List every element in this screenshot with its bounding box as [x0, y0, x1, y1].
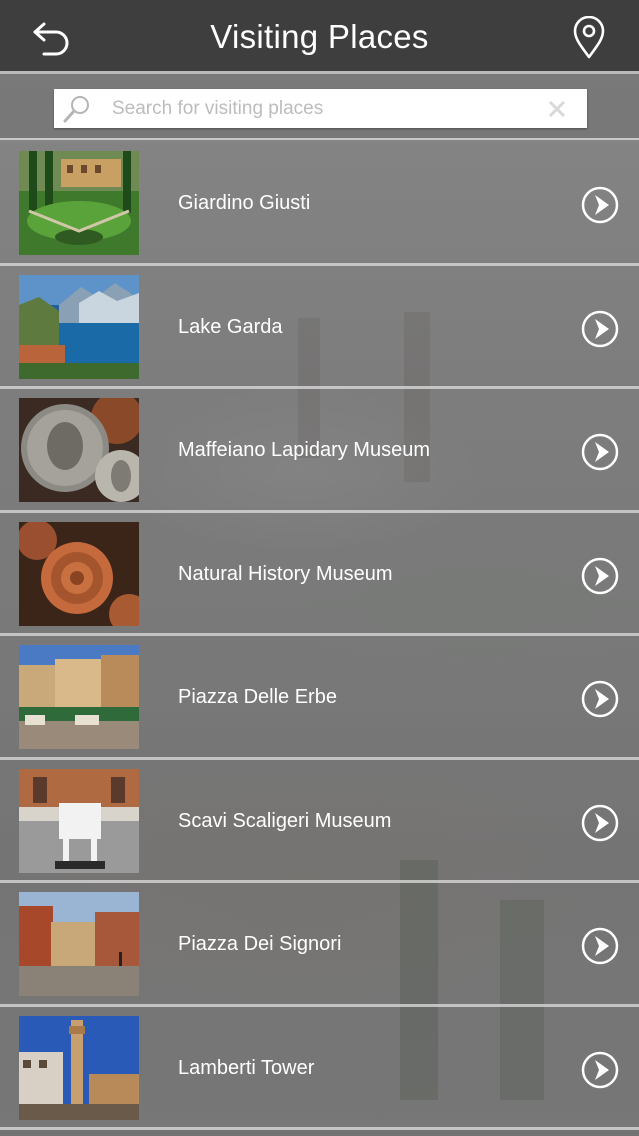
place-name: Piazza Delle Erbe: [178, 686, 337, 708]
map-pin-icon: [573, 15, 605, 59]
chevron-right-circle-icon[interactable]: [581, 433, 619, 471]
place-name: Lamberti Tower: [178, 1056, 315, 1079]
list-item[interactable]: Giardino Giusti: [0, 142, 639, 266]
chevron-right-circle-icon[interactable]: [581, 680, 619, 718]
place-thumbnail: [19, 892, 139, 996]
place-thumbnail: [19, 521, 139, 626]
place-thumbnail: [19, 768, 139, 873]
header-bar: Visiting Places: [0, 0, 639, 74]
place-name: Maffeiano Lapidary Museum: [178, 439, 430, 461]
search-box[interactable]: [54, 89, 587, 128]
place-name: Giardino Giusti: [178, 192, 311, 214]
list-item[interactable]: Piazza Delle Erbe: [0, 636, 639, 760]
clear-icon[interactable]: [547, 99, 567, 119]
list-item[interactable]: Natural History Museum: [0, 512, 639, 636]
place-name: Natural History Museum: [178, 562, 393, 585]
list-item[interactable]: Lamberti Tower: [0, 1006, 639, 1130]
place-thumbnail: [19, 274, 139, 379]
list-item[interactable]: Maffeiano Lapidary Museum: [0, 389, 639, 513]
place-name: Scavi Scaligeri Museum: [178, 809, 392, 832]
search-bar: [0, 74, 639, 140]
place-thumbnail: [19, 151, 139, 255]
chevron-right-circle-icon[interactable]: [581, 927, 619, 965]
search-input[interactable]: [112, 89, 532, 128]
place-thumbnail: [19, 1015, 139, 1120]
list-item[interactable]: Piazza Dei Signori: [0, 883, 639, 1007]
search-icon: [63, 96, 89, 123]
chevron-right-circle-icon[interactable]: [581, 310, 619, 348]
list-item[interactable]: Scavi Scaligeri Museum: [0, 759, 639, 883]
chevron-right-circle-icon[interactable]: [581, 557, 619, 595]
place-name: Piazza Dei Signori: [178, 933, 342, 955]
map-button[interactable]: [571, 15, 607, 60]
chevron-right-circle-icon[interactable]: [581, 1051, 619, 1089]
place-name: Lake Garda: [178, 315, 283, 338]
list-item[interactable]: Lake Garda: [0, 265, 639, 389]
places-list: Giardino Giusti Lake Garda Maffeiano Lap…: [0, 142, 639, 1130]
place-thumbnail: [19, 398, 139, 502]
chevron-right-circle-icon[interactable]: [581, 186, 619, 224]
place-thumbnail: [19, 645, 139, 749]
page-title: Visiting Places: [210, 18, 429, 55]
chevron-right-circle-icon[interactable]: [581, 804, 619, 842]
